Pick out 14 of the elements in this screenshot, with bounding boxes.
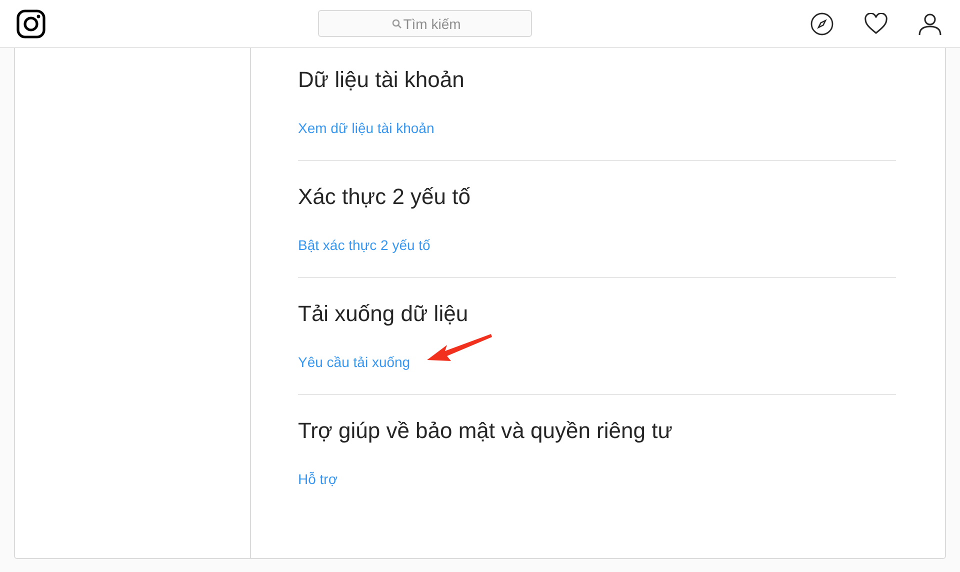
section-link[interactable]: Bật xác thực 2 yếu tố [298, 235, 430, 255]
search-field[interactable]: Tìm kiếm [318, 10, 532, 37]
section-title: Xác thực 2 yếu tố [298, 183, 472, 211]
search-icon [392, 19, 402, 29]
section-link[interactable]: Xem dữ liệu tài khoản [298, 118, 434, 138]
section-title: Dữ liệu tài khoản [298, 66, 466, 94]
heart-icon[interactable] [864, 12, 888, 34]
compass-icon[interactable] [810, 12, 834, 36]
section-title: Trợ giúp về bảo mật và quyền riêng tư [298, 417, 674, 445]
section-title: Tải xuống dữ liệu [298, 300, 470, 328]
camera-logo-icon[interactable] [16, 8, 46, 38]
section-link[interactable]: Hỗ trợ [298, 469, 338, 489]
section-link[interactable]: Yêu cầu tải xuống [298, 352, 410, 372]
user-icon[interactable] [918, 12, 942, 36]
